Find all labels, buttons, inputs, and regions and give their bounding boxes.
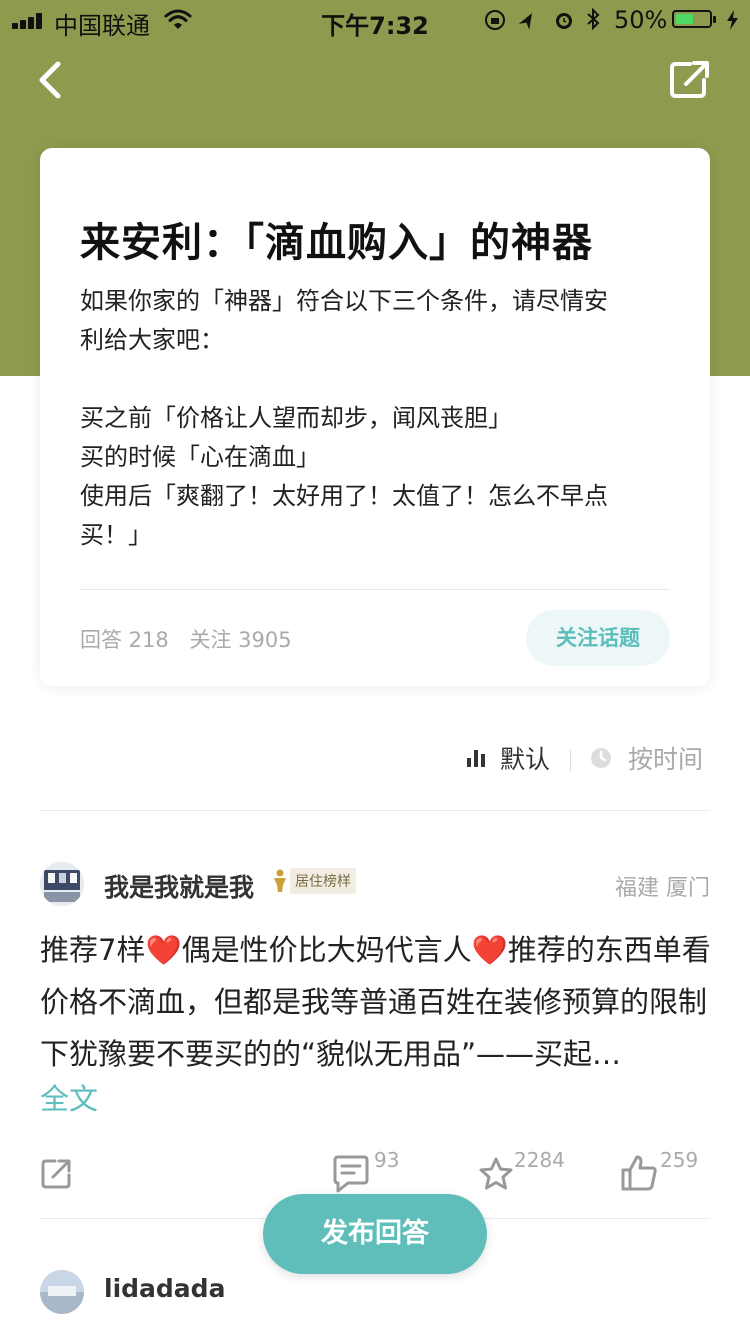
trophy-icon bbox=[274, 869, 286, 892]
charging-icon bbox=[727, 10, 738, 30]
divider bbox=[80, 589, 670, 590]
share-icon bbox=[670, 61, 709, 98]
follower-count: 关注 3905 bbox=[189, 628, 292, 652]
topic-stats: 回答 218 关注 3905 bbox=[80, 624, 306, 654]
sort-default-option[interactable]: 默认 bbox=[466, 740, 550, 776]
avatar-image bbox=[40, 862, 84, 906]
favorite-count: 2284 bbox=[514, 1148, 565, 1172]
battery-icon bbox=[672, 10, 716, 28]
sort-default-label: 默认 bbox=[500, 745, 551, 774]
back-button[interactable] bbox=[30, 58, 70, 102]
share-answer-button[interactable] bbox=[40, 1158, 72, 1194]
divider bbox=[40, 810, 710, 811]
answer-text-part: 推荐7样 bbox=[40, 933, 146, 967]
answer-count: 回答 218 bbox=[80, 628, 169, 652]
avatar[interactable] bbox=[40, 862, 84, 906]
divider bbox=[570, 750, 571, 772]
answer-text-part: 偶是性价比大妈代言人 bbox=[181, 933, 472, 967]
author-location: 福建 厦门 bbox=[615, 876, 710, 901]
answer-excerpt[interactable]: 推荐7样❤️偶是性价比大妈代言人❤️推荐的东西单看价格不滴血，但都是我等普通百姓… bbox=[40, 924, 714, 1080]
heart-icon: ❤️ bbox=[471, 933, 508, 967]
bar-chart-icon bbox=[467, 750, 485, 767]
sort-bar: 默认 按时间 bbox=[0, 740, 750, 784]
share-button[interactable] bbox=[668, 58, 712, 102]
heart-icon: ❤️ bbox=[145, 933, 182, 967]
share-icon bbox=[41, 1159, 71, 1189]
avatar[interactable] bbox=[40, 1270, 84, 1314]
author-name[interactable]: 我是我就是我 bbox=[104, 868, 254, 904]
avatar-image bbox=[40, 1270, 84, 1314]
author-name[interactable]: lidadada bbox=[104, 1274, 225, 1303]
topic-card: 来安利：「滴血购入」的神器 如果你家的「神器」符合以下三个条件，请尽情安 利给大… bbox=[40, 148, 710, 686]
read-full-text-link[interactable]: 全文 bbox=[40, 1076, 98, 1118]
back-icon bbox=[39, 61, 61, 99]
battery-percent: 50% bbox=[614, 6, 668, 34]
clock-icon bbox=[591, 748, 611, 768]
badge-label: 居住榜样 bbox=[290, 868, 356, 894]
status-bar: 中国联通 下午7:32 50% bbox=[0, 0, 750, 40]
star-icon bbox=[479, 1157, 513, 1190]
comment-count: 93 bbox=[374, 1148, 400, 1172]
sort-time-option[interactable]: 按时间 bbox=[590, 740, 703, 776]
status-icons bbox=[485, 8, 600, 31]
publish-answer-button[interactable]: 发布回答 bbox=[263, 1194, 487, 1274]
user-badge: 居住榜样 bbox=[272, 868, 356, 894]
thumbs-up-icon bbox=[621, 1155, 657, 1191]
topic-description: 如果你家的「神器」符合以下三个条件，请尽情安 利给大家吧： 买之前「价格让人望而… bbox=[80, 287, 608, 549]
answer-actions: 93 2284 259 bbox=[0, 1148, 750, 1198]
like-count: 259 bbox=[660, 1148, 699, 1172]
follow-topic-button[interactable]: 关注话题 bbox=[526, 610, 670, 666]
topic-title: 来安利：「滴血购入」的神器 bbox=[80, 220, 593, 266]
sort-time-label: 按时间 bbox=[628, 745, 704, 774]
comment-icon bbox=[333, 1155, 369, 1193]
